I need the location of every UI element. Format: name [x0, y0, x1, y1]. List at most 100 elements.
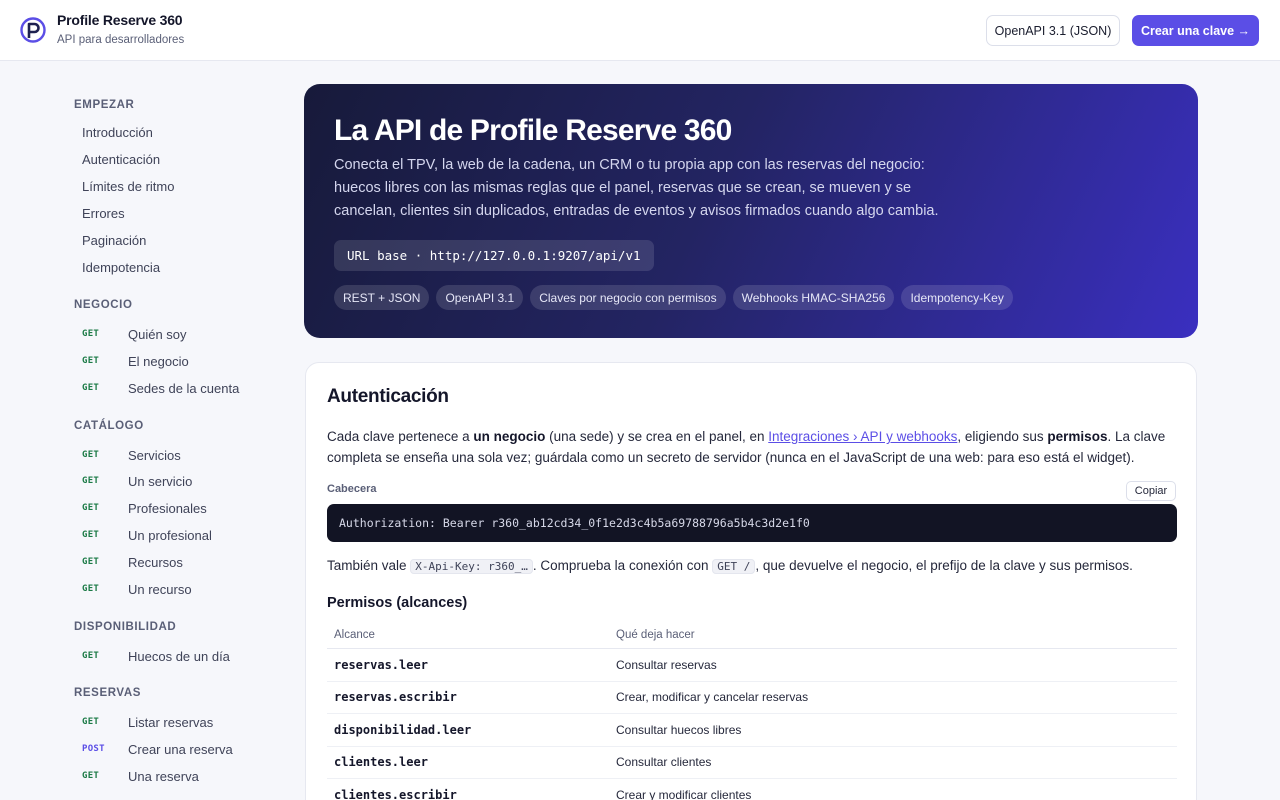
copy-button[interactable]: Copiar	[1126, 481, 1176, 501]
endpoint-label: Una reserva	[128, 768, 199, 784]
auth-intro: Cada clave pertenece a un negocio (una s…	[327, 426, 1177, 468]
sidebar-section-title: RESERVAS	[74, 687, 142, 699]
auth-card: Autenticación Cada clave pertenece a un …	[305, 362, 1197, 800]
sidebar: EMPEZAR Introducción Autenticación Límit…	[0, 61, 280, 800]
feature-tag: Idempotency-Key	[901, 285, 1013, 310]
scope-name: clientes.escribir	[334, 787, 457, 800]
table-row: reservas.leer Consultar reservas	[327, 649, 1177, 682]
http-method-badge: GET	[82, 771, 100, 781]
scope-name: clientes.leer	[334, 755, 428, 770]
text: , que devuelve el negocio, el prefijo de…	[755, 558, 1133, 573]
endpoint-label: Un profesional	[128, 527, 212, 543]
endpoint-label: El negocio	[128, 353, 189, 369]
scope-desc: Consultar clientes	[616, 755, 712, 770]
http-method-badge: GET	[82, 476, 100, 486]
http-method-badge: GET	[82, 356, 100, 366]
http-method-badge: GET	[82, 383, 100, 393]
endpoint-label: Huecos de un día	[128, 648, 230, 664]
feature-tag: REST + JSON	[334, 285, 430, 310]
scope-name: reservas.leer	[334, 657, 428, 672]
table-row: disponibilidad.leer Consultar huecos libr…	[327, 714, 1177, 747]
sidebar-link-introduccion[interactable]: Introducción	[82, 125, 153, 140]
logo-icon[interactable]	[20, 16, 46, 44]
brand-subtitle: API para desarrolladores	[57, 34, 185, 46]
endpoint-label: Un servicio	[128, 473, 193, 489]
text: (una sede) y se crea en el panel, en	[545, 429, 769, 444]
sidebar-endpoint[interactable]: GET Quién soy	[82, 325, 187, 343]
hero-banner: La API de Profile Reserve 360 Conecta el…	[304, 84, 1198, 338]
table-header-cell: Qué deja hacer	[616, 628, 695, 641]
sidebar-endpoint[interactable]: GET Un profesional	[82, 526, 212, 544]
sidebar-endpoint[interactable]: GET Listar reservas	[82, 713, 213, 731]
scope-desc: Consultar huecos libres	[616, 722, 742, 737]
sidebar-endpoint[interactable]: GET Sedes de la cuenta	[82, 379, 239, 397]
hero-title: La API de Profile Reserve 360	[334, 114, 732, 147]
sidebar-endpoint[interactable]: GET Un servicio	[82, 472, 192, 490]
text: . Comprueba la conexión con	[532, 558, 713, 573]
sidebar-link-idempotencia[interactable]: Idempotencia	[82, 260, 160, 275]
sidebar-endpoint[interactable]: GET Huecos de un día	[82, 647, 230, 665]
http-method-badge: GET	[82, 530, 100, 540]
create-key-button[interactable]: Crear una clave →	[1132, 15, 1259, 46]
text: , eligiendo sus	[957, 429, 1048, 444]
sidebar-endpoint[interactable]: POST Crear una reserva	[82, 740, 233, 758]
endpoint-label: Listar reservas	[128, 714, 214, 730]
base-url: URL base · http://127.0.0.1:9207/api/v1	[334, 240, 654, 271]
endpoint-label: Servicios	[128, 447, 181, 463]
endpoint-label: Un recurso	[128, 581, 192, 597]
text-bold: un negocio	[473, 429, 546, 444]
table-header-cell: Alcance	[334, 628, 375, 641]
sidebar-section-title: NEGOCIO	[74, 299, 133, 311]
endpoint-label: Recursos	[128, 554, 183, 570]
scope-desc: Crear y modificar clientes	[616, 787, 752, 800]
sidebar-section-title: CATÁLOGO	[74, 420, 144, 432]
openapi-json-button[interactable]: OpenAPI 3.1 (JSON)	[986, 15, 1120, 46]
auth-note: También vale X-Api-Key: r360_…. Comprueb…	[327, 556, 1177, 577]
table-row: clientes.leer Consultar clientes	[327, 747, 1177, 779]
endpoint-label: Profesionales	[128, 500, 207, 516]
http-method-badge: GET	[82, 329, 100, 339]
table-row: clientes.escribir Crear y modificar clien…	[327, 779, 1177, 800]
top-bar: Profile Reserve 360 API para desarrollad…	[0, 0, 1280, 61]
sidebar-link-paginacion[interactable]: Paginación	[82, 233, 146, 248]
scopes-table: Alcance Qué deja hacer reservas.leer Cons…	[327, 621, 1177, 800]
hero-tags: REST + JSON OpenAPI 3.1 Claves por negoc…	[334, 285, 1013, 310]
brand-title: Profile Reserve 360	[57, 12, 183, 28]
scope-name: reservas.escribir	[334, 690, 457, 705]
table-header: Alcance Qué deja hacer	[327, 621, 1177, 649]
endpoint-label: Crear una reserva	[128, 741, 233, 757]
feature-tag: Claves por negocio con permisos	[530, 285, 726, 310]
feature-tag: Webhooks HMAC-SHA256	[732, 285, 895, 310]
sidebar-endpoint[interactable]: GET Recursos	[82, 553, 183, 571]
sidebar-link-autenticacion[interactable]: Autenticación	[82, 152, 160, 167]
sidebar-endpoint[interactable]: GET Un recurso	[82, 580, 192, 598]
endpoint-label: Quién soy	[128, 326, 187, 342]
sidebar-endpoint[interactable]: GET El negocio	[82, 352, 189, 370]
sidebar-section-title: EMPEZAR	[74, 99, 135, 111]
scope-desc: Consultar reservas	[616, 657, 717, 672]
http-method-badge: GET	[82, 584, 100, 594]
inline-code: GET /	[712, 559, 756, 574]
sidebar-link-limites[interactable]: Límites de ritmo	[82, 179, 174, 194]
code-label: Cabecera	[327, 483, 377, 495]
text: Cada clave pertenece a	[327, 429, 474, 444]
http-method-badge: POST	[82, 744, 105, 754]
scope-desc: Crear, modificar y cancelar reservas	[616, 690, 809, 705]
sidebar-link-errores[interactable]: Errores	[82, 206, 125, 221]
http-method-badge: GET	[82, 503, 100, 513]
http-method-badge: GET	[82, 557, 100, 567]
http-method-badge: GET	[82, 717, 100, 727]
hero-description: Conecta el TPV, la web de la cadena, un …	[334, 157, 939, 219]
sidebar-endpoint[interactable]: GET Profesionales	[82, 499, 207, 517]
text: También vale	[327, 558, 411, 573]
section-title: Autenticación	[327, 386, 449, 407]
http-method-badge: GET	[82, 450, 100, 460]
sidebar-section-title: DISPONIBILIDAD	[74, 621, 177, 633]
sidebar-endpoint[interactable]: GET Una reserva	[82, 767, 199, 785]
http-method-badge: GET	[82, 651, 100, 661]
feature-tag: OpenAPI 3.1	[436, 285, 524, 310]
integrations-link[interactable]: Integraciones › API y webhooks	[768, 429, 957, 444]
code-block: Authorization: Bearer r360_ab12cd34_0f1e…	[327, 504, 1177, 542]
sidebar-endpoint[interactable]: GET Servicios	[82, 446, 181, 464]
endpoint-label: Sedes de la cuenta	[128, 380, 240, 396]
